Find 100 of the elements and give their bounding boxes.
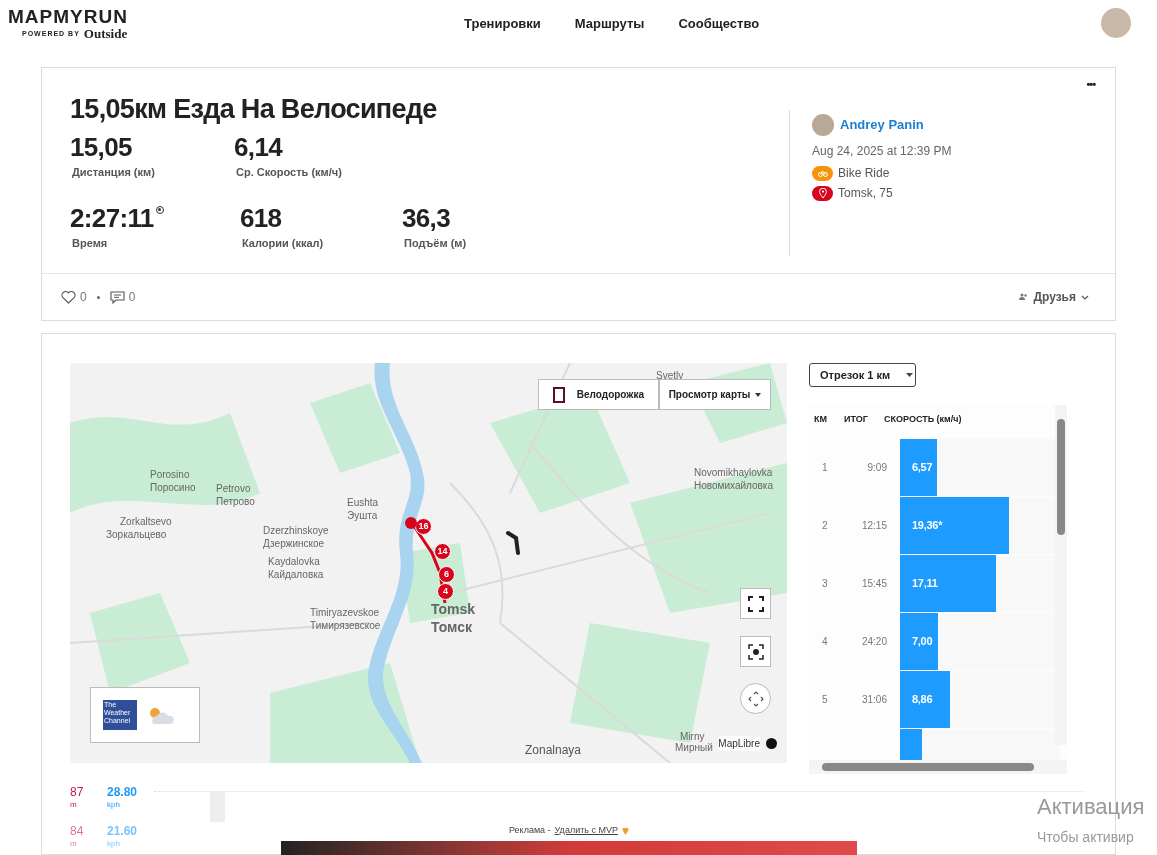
speed-value: 6,57 <box>912 459 933 475</box>
ad-banner[interactable] <box>281 841 857 855</box>
map-label: Petrovo <box>216 482 251 496</box>
bike-lane-toggle[interactable]: Велодорожка <box>538 379 659 410</box>
map-label: Мирный <box>675 742 713 755</box>
km-cell-text: 5 <box>821 692 829 707</box>
speed-reading: 21.60 <box>107 825 138 838</box>
speed-unit: kph <box>107 799 121 811</box>
more-button[interactable]: ••• <box>1086 76 1095 93</box>
heart-icon <box>622 827 629 835</box>
speed-value: 17,11 <box>912 575 938 591</box>
chart-bar <box>210 792 225 822</box>
heart-icon[interactable] <box>61 290 76 304</box>
map-label: Timiryazevskoe <box>310 606 380 620</box>
speed-value: 7,00 <box>912 633 933 649</box>
stat-label: Время <box>72 235 109 251</box>
stat-value: 2:27:11 <box>70 202 154 233</box>
km-cell-text: 2 <box>821 518 829 533</box>
stat-label: Дистанция (км) <box>72 165 156 180</box>
stat-value: 36,3 <box>402 202 450 233</box>
recenter-button[interactable] <box>740 636 771 667</box>
info-icon <box>766 738 777 749</box>
map-label: Поросино <box>150 481 196 495</box>
map-label: Tomsk <box>431 600 476 619</box>
time-cell-text: 12:15 <box>860 518 887 533</box>
column-header: СКОРОСТЬ (км/ч) <box>884 413 963 427</box>
km-cell-text: 1 <box>821 460 829 475</box>
time-cell-text: 9:09 <box>866 460 887 475</box>
brand-logo: Outside <box>83 27 128 41</box>
time-cell-text: 31:06 <box>860 692 887 707</box>
speed-reading: 28.80 <box>107 786 138 799</box>
focus-target-icon <box>747 643 764 660</box>
stat-value: 15,05 <box>70 132 133 162</box>
arrows-icon <box>747 690 764 707</box>
map-label: Дзержинское <box>263 537 325 551</box>
map-label: Кайдаловка <box>268 568 324 582</box>
segment-dropdown[interactable]: Отрезок 1 км <box>809 363 916 387</box>
map-label: Dzerzhinskoye <box>263 524 329 538</box>
elevation-unit: m <box>70 838 78 850</box>
activation-title: Активация <box>1037 793 1145 821</box>
map-label: Тимирязевское <box>310 619 381 633</box>
fullscreen-button[interactable] <box>740 588 771 619</box>
map-label: Zonalnaya <box>525 742 582 759</box>
like-count: 0 <box>80 289 87 307</box>
logo-text: MAPMYRUN <box>8 7 128 27</box>
stat-label: Ср. Скорость (км/ч) <box>236 165 343 180</box>
map-label: Зоркальцево <box>106 528 167 542</box>
elevation-value: 87 <box>70 786 85 799</box>
km-cell-text: 4 <box>821 634 829 649</box>
nav-link[interactable]: Маршруты <box>574 14 645 34</box>
checkbox-label: Велодорожка <box>576 388 644 402</box>
workout-date: Aug 24, 2025 at 12:39 PM <box>812 143 952 160</box>
author-link[interactable]: Andrey Panin <box>840 115 924 135</box>
chevron-down-icon <box>1081 294 1089 300</box>
speed-value: 8,86 <box>912 691 933 707</box>
map-label: Porosino <box>150 468 190 482</box>
location-text: Tomsk, 75 <box>838 185 893 202</box>
elevation-unit: m <box>70 799 78 811</box>
nav-link[interactable]: Тренировки <box>464 14 541 34</box>
time-cell-text: 24:20 <box>860 634 887 649</box>
map-label: Mirny <box>680 730 705 744</box>
comment-count: 0 <box>128 289 136 307</box>
elevation-value: 84 <box>70 825 85 838</box>
ad-label: Реклама - <box>509 824 551 838</box>
comment-icon[interactable] <box>109 290 125 304</box>
km-cell-text: 3 <box>821 576 829 591</box>
author-avatar <box>812 114 834 136</box>
map-label: Петрово <box>216 495 255 509</box>
workout-title: 15,05км Езда На Велосипеде <box>70 93 438 126</box>
map-label: Новомихайловка <box>694 479 774 493</box>
bike-icon <box>812 165 833 181</box>
caret-down-icon <box>906 373 914 377</box>
map-attribution: MapLibre <box>718 736 760 751</box>
remove-ads-link[interactable]: Удалить с MVP <box>554 824 618 838</box>
map-view-dropdown[interactable]: Просмотр карты <box>659 379 771 410</box>
activation-text: Чтобы активир <box>1037 828 1135 847</box>
people-icon <box>1019 293 1029 302</box>
map-label: Eushta <box>347 496 379 510</box>
location-pin-icon <box>812 185 833 201</box>
stat-value: 6,14 <box>234 132 284 162</box>
privacy-dropdown[interactable]: Друзья <box>1019 288 1089 307</box>
stat-label: Подъём (м) <box>404 235 468 251</box>
activity-type: Bike Ride <box>838 165 890 182</box>
map-label: Novomikhaylovka <box>694 466 773 480</box>
map-label: Эушта <box>347 509 378 523</box>
speed-unit: kph <box>107 838 121 850</box>
column-header: КМ <box>814 413 828 427</box>
caret-down-icon <box>755 392 762 397</box>
nav-link[interactable]: Сообщество <box>678 14 760 34</box>
vertical-scrollbar[interactable] <box>1055 405 1067 745</box>
map-label: Томск <box>431 618 472 637</box>
stat-value: 618 <box>240 202 282 233</box>
speed-value: 19,36* <box>912 517 943 533</box>
horizontal-scrollbar[interactable] <box>809 760 1067 774</box>
map-label: Kaydalovka <box>268 555 320 569</box>
stat-label: Калории (ккал) <box>242 235 325 251</box>
map-label: Zorkaltsevo <box>120 515 172 529</box>
fullscreen-icon <box>747 595 764 612</box>
time-cell-text: 15:45 <box>860 576 887 591</box>
column-header: ИТОГ <box>844 413 869 427</box>
